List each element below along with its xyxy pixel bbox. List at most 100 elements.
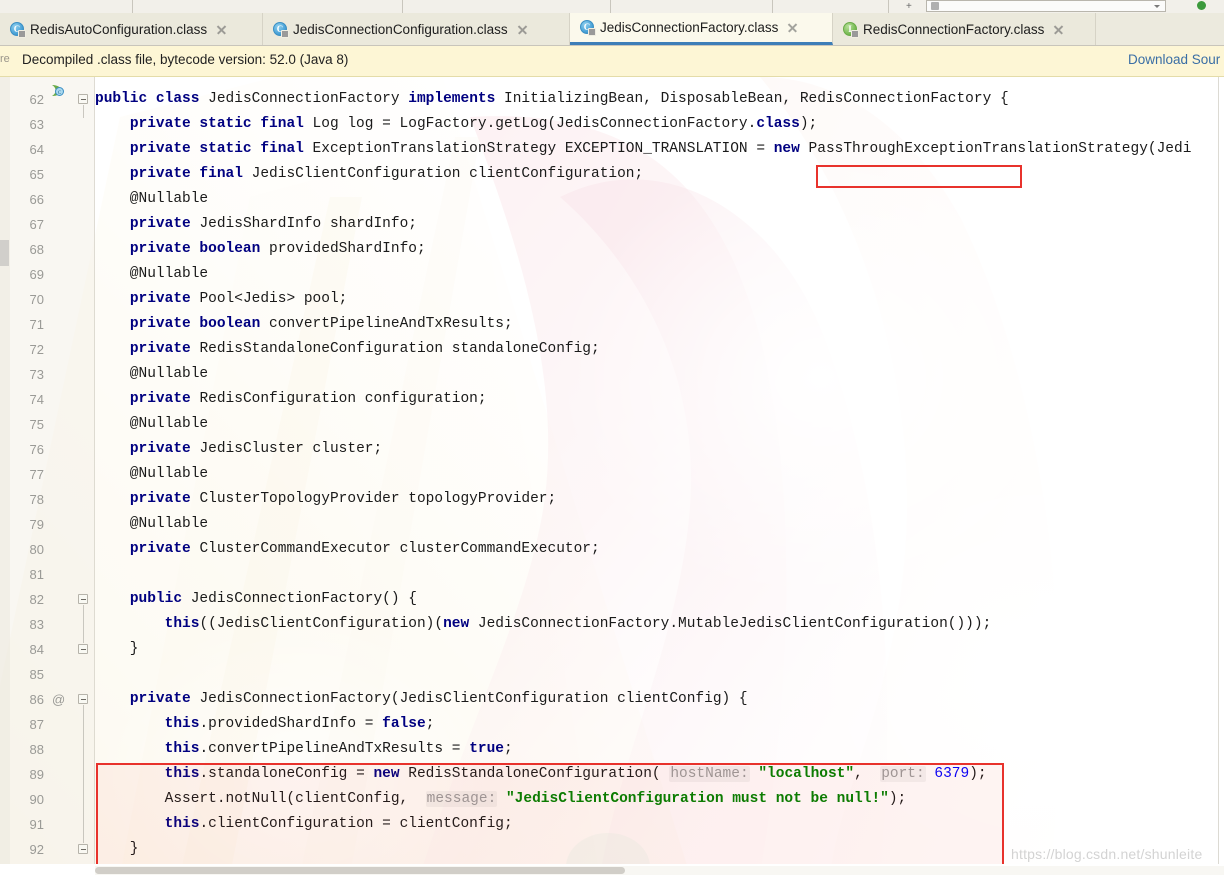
horizontal-scrollbar-thumb[interactable] bbox=[95, 867, 625, 874]
line-number: 68 bbox=[29, 242, 44, 257]
close-icon[interactable] bbox=[786, 21, 799, 34]
line-number: 93 bbox=[0, 862, 44, 864]
run-button-icon[interactable] bbox=[1197, 1, 1206, 10]
editor-tab-3[interactable]: C JedisConnectionFactory.class bbox=[570, 13, 833, 45]
code-line: 69 @Nullable bbox=[0, 262, 1224, 287]
code-line: 63 private static final Log log = LogFac… bbox=[0, 112, 1224, 137]
code-text: @Nullable bbox=[95, 516, 209, 532]
editor-tab-4[interactable]: I RedisConnectionFactory.class bbox=[833, 13, 1096, 45]
code-text: Assert.notNull(clientConfig, message: "J… bbox=[95, 791, 907, 807]
code-line: 64 private static final ExceptionTransla… bbox=[0, 137, 1224, 162]
code-line: 68 private boolean providedShardInfo; bbox=[0, 237, 1224, 262]
code-text: this.providedShardInfo = false; bbox=[164, 716, 435, 732]
line-number: 63 bbox=[29, 117, 44, 132]
lock-badge-icon bbox=[18, 29, 26, 38]
top-toolbar-strip: + bbox=[0, 0, 1224, 14]
code-text: private RedisConfiguration configuration… bbox=[129, 391, 487, 407]
download-sources-link[interactable]: Download Sour bbox=[1128, 52, 1220, 67]
code-text: @Nullable bbox=[95, 266, 209, 282]
close-icon[interactable] bbox=[215, 23, 228, 36]
code-text: this.convertPipelineAndTxResults = true; bbox=[164, 741, 513, 757]
line-number: 65 bbox=[29, 167, 44, 182]
line-number: 70 bbox=[29, 292, 44, 307]
lock-badge-icon bbox=[851, 29, 859, 38]
code-text: private RedisStandaloneConfiguration sta… bbox=[129, 341, 600, 357]
code-text: @Nullable bbox=[95, 416, 209, 432]
line-number: 91 bbox=[29, 817, 44, 832]
code-text: this.clientConfiguration = clientConfig; bbox=[164, 816, 513, 832]
banner-edge-fragment: re bbox=[0, 53, 10, 65]
code-text: this.standaloneConfig = new RedisStandal… bbox=[164, 766, 987, 782]
code-line: 86 private JedisConnectionFactory(JedisC… bbox=[0, 687, 1224, 712]
line-number: 62 bbox=[29, 92, 44, 107]
add-configuration-icon[interactable]: + bbox=[906, 1, 912, 12]
code-line: 85 bbox=[0, 662, 1224, 687]
line-number: 81 bbox=[29, 567, 44, 582]
code-line: 88 this.convertPipelineAndTxResults = tr… bbox=[0, 737, 1224, 762]
configuration-icon bbox=[931, 2, 939, 10]
code-line: 67 private JedisShardInfo shardInfo; bbox=[0, 212, 1224, 237]
toolbar-divider bbox=[610, 0, 611, 13]
horizontal-scrollbar[interactable] bbox=[95, 866, 1224, 875]
java-class-icon: C bbox=[273, 21, 289, 38]
line-number: 76 bbox=[29, 442, 44, 457]
fold-collapse-marker[interactable] bbox=[78, 694, 89, 705]
fold-end-marker[interactable] bbox=[78, 844, 89, 855]
line-number: 73 bbox=[29, 367, 44, 382]
code-editor[interactable]: C 62 public class JedisConnectionFactory … bbox=[0, 77, 1224, 864]
fold-end-marker[interactable] bbox=[78, 644, 89, 655]
code-text: private ClusterCommandExecutor clusterCo… bbox=[129, 541, 600, 557]
editor-tab-2[interactable]: C JedisConnectionConfiguration.class bbox=[263, 13, 570, 45]
close-icon[interactable] bbox=[1052, 23, 1065, 36]
code-text: private JedisCluster cluster; bbox=[129, 441, 383, 457]
code-text: private JedisShardInfo shardInfo; bbox=[129, 216, 417, 232]
fold-collapse-marker[interactable] bbox=[78, 594, 89, 605]
code-text: private ClusterTopologyProvider topology… bbox=[129, 491, 557, 507]
editor-right-edge bbox=[1218, 77, 1219, 864]
code-line: 66 @Nullable bbox=[0, 187, 1224, 212]
code-line: 73 @Nullable bbox=[0, 362, 1224, 387]
run-configuration-selector[interactable] bbox=[926, 0, 1166, 12]
close-icon[interactable] bbox=[516, 23, 529, 36]
code-line: 79 @Nullable bbox=[0, 512, 1224, 537]
code-text: private final JedisClientConfiguration c… bbox=[129, 166, 644, 182]
line-number: 82 bbox=[29, 592, 44, 607]
line-number: 88 bbox=[29, 742, 44, 757]
code-line: 80 private ClusterCommandExecutor cluste… bbox=[0, 537, 1224, 562]
fold-collapse-marker[interactable] bbox=[78, 94, 89, 105]
fold-guide-line bbox=[83, 705, 84, 843]
code-text: private JedisConnectionFactory(JedisClie… bbox=[129, 691, 748, 707]
line-number: 69 bbox=[29, 267, 44, 282]
code-line: 75 @Nullable bbox=[0, 412, 1224, 437]
code-text: @Nullable bbox=[95, 366, 209, 382]
code-text: private static final ExceptionTranslatio… bbox=[129, 141, 1192, 157]
code-line: 92 } bbox=[0, 837, 1224, 862]
code-text: } bbox=[95, 841, 139, 857]
line-number: 87 bbox=[29, 717, 44, 732]
chevron-down-icon bbox=[1154, 5, 1160, 8]
editor-tab-label: RedisConnectionFactory.class bbox=[863, 21, 1045, 37]
line-number: 89 bbox=[29, 767, 44, 782]
lock-badge-icon bbox=[281, 29, 289, 38]
line-number: 90 bbox=[29, 792, 44, 807]
code-line: 89 this.standaloneConfig = new RedisStan… bbox=[0, 762, 1224, 787]
line-number: 78 bbox=[29, 492, 44, 507]
code-line: 65 private final JedisClientConfiguratio… bbox=[0, 162, 1224, 187]
line-number: 67 bbox=[29, 217, 44, 232]
lock-badge-icon bbox=[588, 28, 596, 36]
overriding-method-marker[interactable]: @ bbox=[52, 687, 65, 712]
code-line: 78 private ClusterTopologyProvider topol… bbox=[0, 487, 1224, 512]
code-text: @Nullable bbox=[95, 191, 209, 207]
code-line: 87 this.providedShardInfo = false; bbox=[0, 712, 1224, 737]
code-text: public JedisConnectionFactory() { bbox=[129, 591, 417, 607]
code-line: 81 bbox=[0, 562, 1224, 587]
line-number: 71 bbox=[29, 317, 44, 332]
code-line: 91 this.clientConfiguration = clientConf… bbox=[0, 812, 1224, 837]
code-line: 83 this((JedisClientConfiguration)(new J… bbox=[0, 612, 1224, 637]
code-line: 70 private Pool<Jedis> pool; bbox=[0, 287, 1224, 312]
line-number: 92 bbox=[29, 842, 44, 857]
editor-tab-1[interactable]: C RedisAutoConfiguration.class bbox=[0, 13, 263, 45]
code-text: private static final Log log = LogFactor… bbox=[129, 116, 818, 132]
banner-message: Decompiled .class file, bytecode version… bbox=[22, 52, 349, 67]
code-line: 77 @Nullable bbox=[0, 462, 1224, 487]
